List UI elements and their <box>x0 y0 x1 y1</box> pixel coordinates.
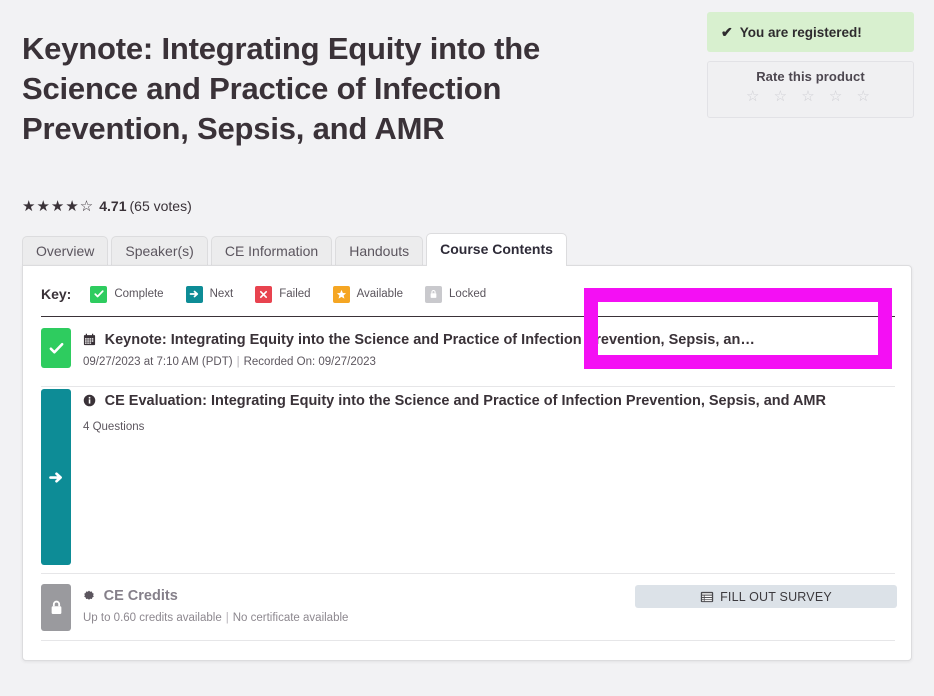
page-header: Keynote: Integrating Equity into the Sci… <box>0 0 934 180</box>
tab-ce-information[interactable]: CE Information <box>210 236 333 266</box>
key-legend-label-locked: Locked <box>449 288 487 300</box>
key-legend-item-locked: Locked <box>425 285 487 303</box>
registration-status-badge: ✔ You are registered! <box>707 12 914 52</box>
info-icon <box>83 393 100 408</box>
certificate-status: No certificate available <box>232 612 349 624</box>
award-badge-icon <box>83 588 99 603</box>
key-legend-label-complete: Complete <box>114 288 164 300</box>
survey-button-highlight <box>584 288 892 369</box>
key-legend-label: Key: <box>41 286 72 302</box>
rate-product-label: Rate this product <box>756 69 865 84</box>
tab-speakers[interactable]: Speaker(s) <box>111 236 208 266</box>
status-badge-locked <box>41 584 71 631</box>
row-divider <box>41 573 895 574</box>
check-icon: ✔ <box>721 24 733 40</box>
rate-product-stars[interactable]: ☆ ☆ ☆ ☆ ☆ <box>708 87 913 105</box>
fill-out-survey-button[interactable]: FILL OUT SURVEY <box>635 585 897 608</box>
tab-bar: Overview Speaker(s) CE Information Hando… <box>22 233 570 266</box>
content-row-meta: Up to 0.60 credits available | No certific… <box>83 612 895 624</box>
page-title: Keynote: Integrating Equity into the Sci… <box>22 30 541 146</box>
content-row-ce-evaluation[interactable]: CE Evaluation: Integrating Equity into t… <box>41 389 895 571</box>
session-recorded-on: Recorded On: 09/27/2023 <box>243 356 376 368</box>
key-legend-item-available: Available <box>332 285 404 303</box>
meta-separator: | <box>225 612 229 624</box>
question-count: 4 Questions <box>83 421 145 433</box>
star-icon <box>332 285 350 303</box>
status-badge-next <box>41 389 71 565</box>
key-legend-item-failed: Failed <box>255 285 311 303</box>
tab-handouts[interactable]: Handouts <box>335 236 424 266</box>
meta-separator: | <box>236 356 240 368</box>
row-divider <box>41 640 895 641</box>
tab-course-contents[interactable]: Course Contents <box>426 233 567 266</box>
status-badge-complete <box>41 328 71 368</box>
tab-overview[interactable]: Overview <box>22 236 109 266</box>
registration-status-label: You are registered! <box>739 24 862 40</box>
calendar-icon <box>83 332 100 347</box>
rate-product-box[interactable]: Rate this product ☆ ☆ ☆ ☆ ☆ <box>707 61 914 118</box>
credits-available: Up to 0.60 credits available <box>83 612 222 624</box>
content-row-title-wrap: CE Evaluation: Integrating Equity into t… <box>83 390 903 412</box>
key-legend-item-next: Next <box>185 285 234 303</box>
x-icon <box>255 285 273 303</box>
rating-stars: ★★★★☆ <box>22 198 95 215</box>
key-legend-label-failed: Failed <box>279 288 311 300</box>
lock-icon <box>425 285 443 303</box>
product-rating: ★★★★☆ 4.71 (65 votes) <box>22 197 192 215</box>
key-legend-label-next: Next <box>209 288 234 300</box>
content-row-body: CE Evaluation: Integrating Equity into t… <box>83 389 895 433</box>
session-date: 09/27/2023 at 7:10 AM (PDT) <box>83 356 233 368</box>
form-list-icon <box>700 591 714 603</box>
rating-votes: (65 votes) <box>129 198 192 214</box>
content-row-title: CE Credits <box>103 588 178 604</box>
arrow-right-icon <box>185 285 203 303</box>
key-legend: Key: Complete Next Failed Available Lock… <box>41 284 508 304</box>
content-row-title[interactable]: CE Evaluation: Integrating Equity into t… <box>105 393 826 409</box>
check-icon <box>90 285 108 303</box>
fill-out-survey-label: FILL OUT SURVEY <box>720 589 832 604</box>
key-legend-label-available: Available <box>356 288 404 300</box>
rating-score: 4.71 <box>99 198 127 214</box>
row-divider <box>41 386 895 387</box>
key-legend-item-complete: Complete <box>90 285 164 303</box>
